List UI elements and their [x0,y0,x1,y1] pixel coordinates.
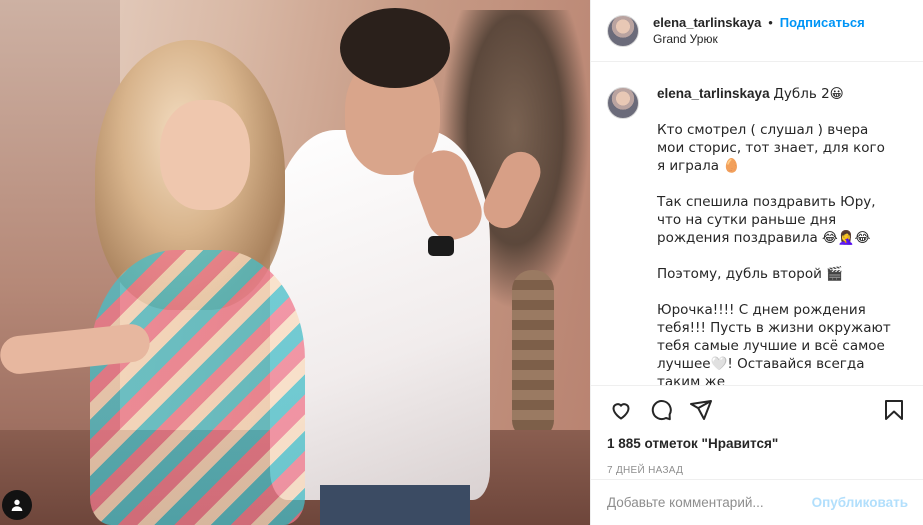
photo-woman-face [160,100,250,210]
author-username[interactable]: elena_tarlinskaya [653,15,761,30]
post-date[interactable]: 7 ДНЕЙ НАЗАД [607,465,908,476]
likes-count[interactable]: 1 885 отметок "Нравится" [607,436,908,451]
photo-man-jeans [320,485,470,525]
photo-woman-dress [90,250,305,525]
publish-button[interactable]: Опубликовать [812,495,908,510]
caption-paragraph: Юрочка!!!! С днем рождения тебя!!! Пусть… [657,302,891,385]
caption-area[interactable]: elena_tarlinskaya Дубль 2😀 Кто смотрел (… [591,63,923,385]
caption-title: Дубль 2😀 [773,86,844,102]
post-header: elena_tarlinskaya • Подписаться Grand Ур… [591,0,923,62]
bookmark-icon[interactable] [880,396,908,424]
caption-username[interactable]: elena_tarlinskaya [657,86,770,101]
post-location[interactable]: Grand Урюк [653,31,865,47]
photo-watch [428,236,454,256]
follow-button[interactable]: Подписаться [780,15,865,30]
caption-paragraph: Поэтому, дубль второй 🎬 [657,266,844,282]
comment-icon[interactable] [647,396,675,424]
author-avatar[interactable] [607,14,639,47]
caption-avatar[interactable] [607,87,639,119]
post-photo[interactable] [0,0,590,525]
post-side-panel: elena_tarlinskaya • Подписаться Grand Ур… [590,0,923,525]
photo-man-hair [340,8,450,88]
caption-paragraph: Так спешила поздравить Юру, что на сутки… [657,194,876,246]
comment-input[interactable]: Добавьте комментарий... [607,495,812,510]
comment-form: Добавьте комментарий... Опубликовать [591,479,923,525]
post-actions: 1 885 отметок "Нравится" 7 ДНЕЙ НАЗАД [591,385,923,476]
heart-icon[interactable] [607,396,635,424]
user-tag-icon[interactable] [2,490,32,520]
photo-vase [512,270,554,440]
caption-paragraph: Кто смотрел ( слушал ) вчера мои сторис,… [657,122,885,174]
share-icon[interactable] [687,396,715,424]
header-separator: • [768,15,773,30]
